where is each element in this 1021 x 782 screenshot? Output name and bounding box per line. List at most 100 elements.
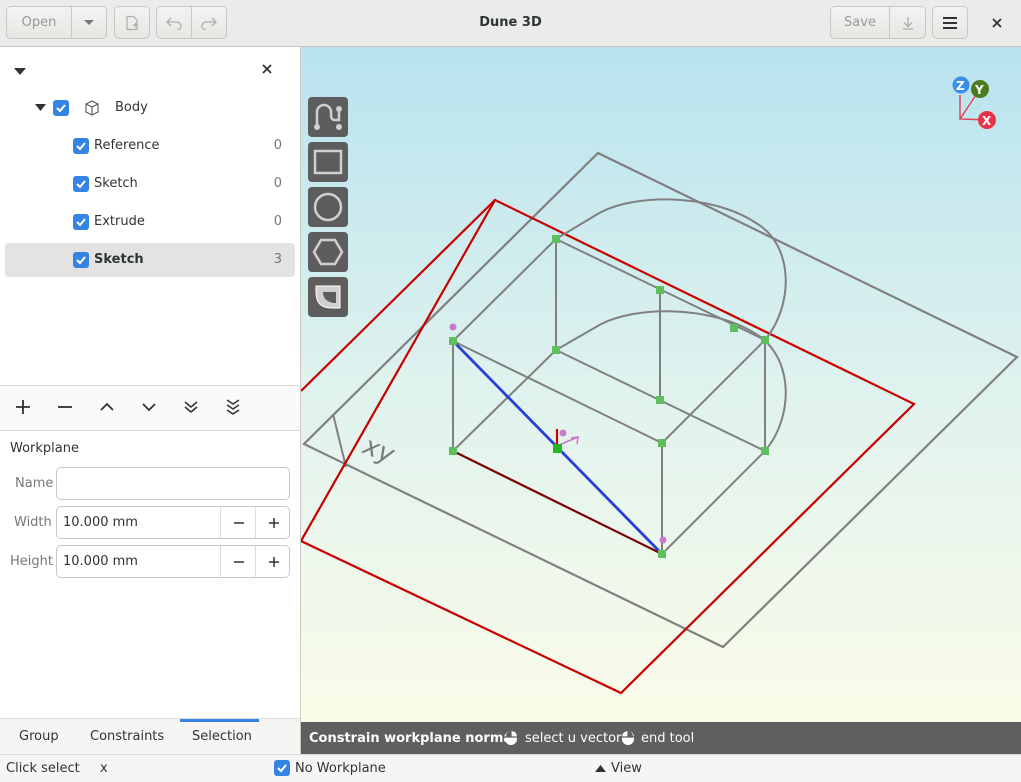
collapse-panel-toggle[interactable]: [14, 65, 26, 80]
group-toolbar: [0, 385, 300, 431]
close-icon: [262, 64, 272, 74]
bottom-arc: [555, 310, 787, 452]
remove-group-button[interactable]: [53, 396, 77, 418]
status-hint-select: select u vector: [525, 731, 622, 746]
close-window-button[interactable]: [986, 13, 1008, 33]
polyline-tool-icon: [314, 103, 342, 130]
polygon-tool-button[interactable]: [308, 232, 348, 272]
download-icon: [902, 16, 913, 30]
height-increment-button[interactable]: [255, 546, 291, 577]
minus-icon: [58, 406, 72, 408]
sketch-visibility-checkbox[interactable]: [73, 252, 89, 268]
tree-item-extrude[interactable]: Extrude 0: [0, 205, 300, 239]
add-group-button[interactable]: [11, 396, 35, 418]
selected-edge: [452, 450, 663, 555]
control-point: [656, 286, 664, 294]
width-decrement-button[interactable]: [220, 507, 256, 538]
control-point: [761, 336, 769, 344]
double-chevron-down-icon: [184, 401, 198, 414]
plus-icon: [268, 556, 279, 567]
tree-item-count: 0: [273, 176, 282, 191]
tree-item-reference[interactable]: Reference 0: [0, 129, 300, 163]
3d-viewport[interactable]: xy Z Y X: [301, 47, 1021, 722]
body-cube-icon: [85, 100, 99, 116]
control-point: [449, 447, 457, 455]
u-vector-arrow: [558, 436, 579, 446]
properties-section-title: Workplane: [10, 441, 79, 456]
x-axis-label: X: [982, 114, 992, 128]
scene-canvas[interactable]: xy Z Y X: [301, 47, 1021, 722]
control-point: [658, 550, 666, 558]
tree-item-sketch[interactable]: Sketch 0: [0, 167, 300, 201]
move-to-bottom-button[interactable]: [221, 396, 245, 418]
control-point: [449, 337, 457, 345]
width-field[interactable]: 10.000 mm: [63, 515, 138, 530]
control-point: [730, 324, 738, 332]
save-button[interactable]: Save: [830, 6, 890, 39]
construction-point: [559, 429, 567, 437]
body-visibility-checkbox[interactable]: [53, 100, 69, 116]
selection-mode-label[interactable]: Click select: [6, 761, 80, 776]
export-button[interactable]: [889, 6, 926, 39]
panel-tabs: Group Constraints Selection: [0, 718, 300, 755]
workplane-tool-icon: [315, 285, 341, 309]
triangle-down-icon: [14, 68, 26, 75]
control-point: [552, 235, 560, 243]
tree-item-label: Sketch: [94, 252, 144, 267]
no-workplane-checkbox[interactable]: [274, 760, 290, 776]
status-hint-end: end tool: [641, 731, 695, 746]
view-menu-button[interactable]: View: [611, 761, 642, 776]
move-down-more-button[interactable]: [179, 396, 203, 418]
right-mouse-button-icon: [622, 731, 634, 745]
vertical-edges: [452, 290, 766, 554]
height-decrement-button[interactable]: [220, 546, 256, 577]
workplane-label: xy: [358, 431, 399, 471]
control-point: [656, 396, 664, 404]
tab-selection[interactable]: Selection: [192, 729, 252, 744]
tree-item-label: Reference: [94, 138, 160, 153]
tab-group[interactable]: Group: [19, 729, 59, 744]
chevron-up-icon: [100, 402, 114, 411]
plus-icon: [268, 517, 279, 528]
control-point: [658, 439, 666, 447]
tree-item-sketch-selected[interactable]: Sketch 3: [5, 243, 295, 277]
height-label: Height: [10, 554, 53, 569]
triangle-up-icon: [595, 765, 606, 772]
active-tab-indicator: [180, 719, 259, 722]
reference-visibility-checkbox[interactable]: [73, 138, 89, 154]
rectangle-tool-icon: [313, 149, 343, 175]
height-field[interactable]: 10.000 mm: [63, 554, 138, 569]
tree-item-label: Body: [115, 100, 148, 115]
selected-point: [553, 444, 562, 453]
rectangle-tool-button[interactable]: [308, 142, 348, 182]
hamburger-menu-icon: [943, 16, 957, 29]
tab-constraints[interactable]: Constraints: [90, 729, 164, 744]
top-arc: [555, 198, 787, 341]
close-panel-button[interactable]: [262, 63, 272, 78]
left-mouse-button-icon: [505, 731, 517, 745]
width-label: Width: [14, 515, 52, 530]
width-increment-button[interactable]: [255, 507, 291, 538]
extrude-visibility-checkbox[interactable]: [73, 214, 89, 230]
construction-point: [449, 323, 457, 331]
tree-item-body[interactable]: Body: [0, 91, 300, 125]
tree-item-count: 0: [273, 214, 282, 229]
polyline-tool-button[interactable]: [308, 97, 348, 137]
sketch-visibility-checkbox[interactable]: [73, 176, 89, 192]
y-axis-label: Y: [974, 83, 984, 97]
name-field[interactable]: [56, 467, 290, 500]
circle-tool-button[interactable]: [308, 187, 348, 227]
no-workplane-label[interactable]: No Workplane: [295, 761, 386, 776]
tree-item-label: Sketch: [94, 176, 138, 191]
expander-down-icon: [35, 104, 46, 111]
workplane-tool-button[interactable]: [308, 277, 348, 317]
tree-item-label: Extrude: [94, 214, 145, 229]
tree-item-count: 0: [273, 138, 282, 153]
z-axis-label: Z: [956, 79, 965, 93]
bottom-edges: [452, 349, 766, 555]
active-tool-label: Constrain workplane normal: [309, 731, 517, 746]
move-down-button[interactable]: [137, 396, 161, 418]
main-menu-button[interactable]: [932, 6, 968, 39]
width-spinbutton: 10.000 mm: [56, 506, 290, 539]
move-up-button[interactable]: [95, 396, 119, 418]
